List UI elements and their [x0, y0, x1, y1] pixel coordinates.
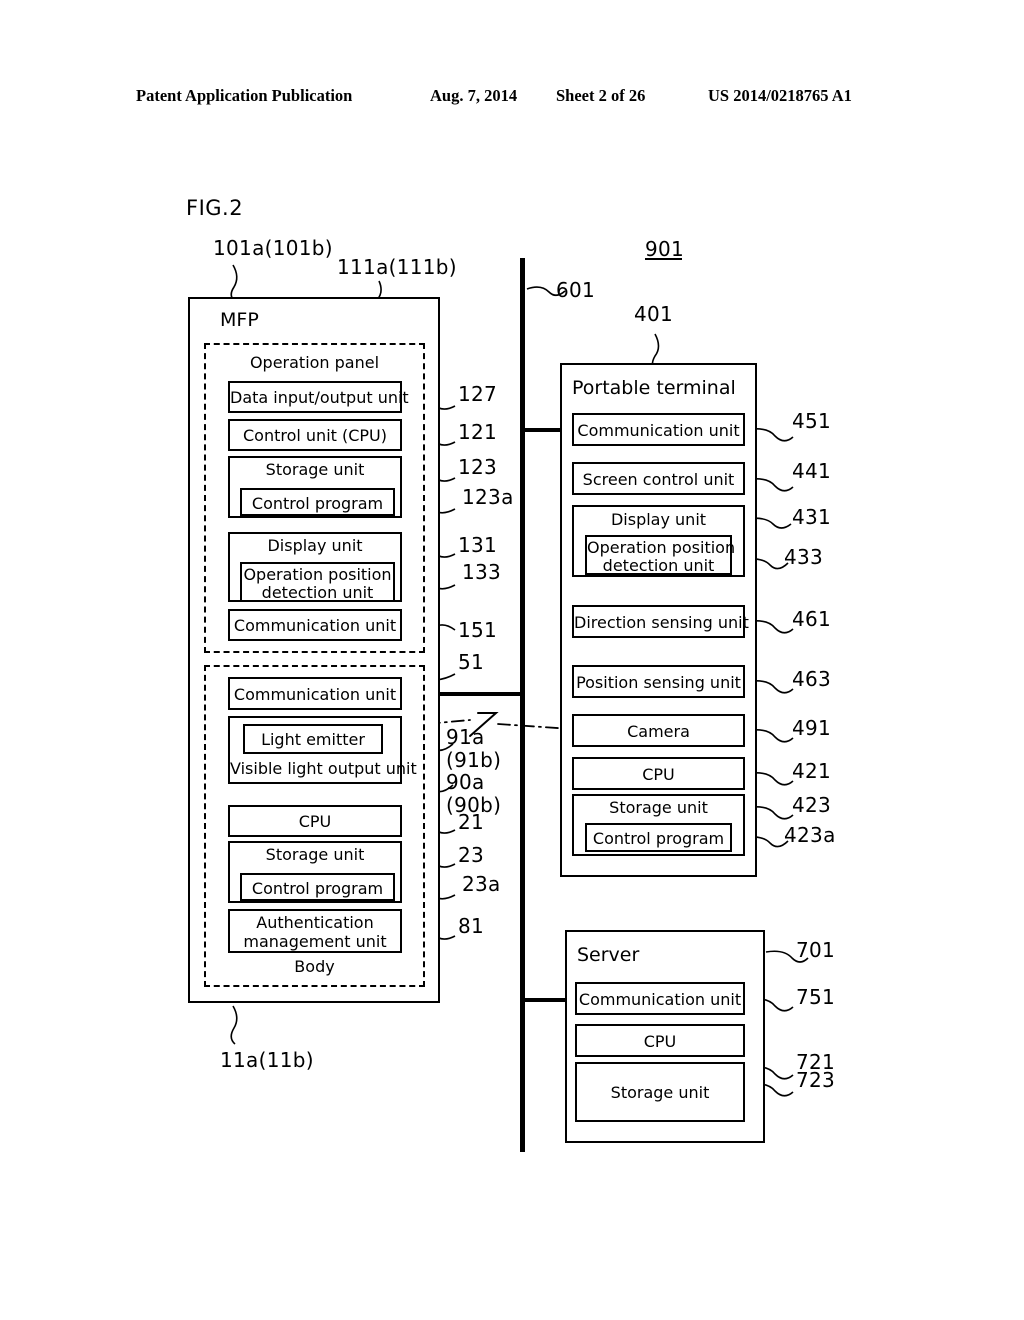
- ref-751: 751: [796, 985, 836, 1009]
- ref-401: 401: [634, 302, 674, 326]
- mfp-body-cpu-label: CPU: [298, 812, 332, 831]
- mfp-control-unit-label: Control unit (CPU): [242, 426, 388, 445]
- ref-423a: 423a: [784, 823, 836, 847]
- terminal-screen-control-label: Screen control unit: [582, 470, 735, 489]
- server-title: Server: [577, 944, 640, 966]
- terminal-position-sensing-unit: Position sensing unit: [572, 665, 745, 698]
- ref-111a: 111a(111b): [337, 255, 457, 279]
- header-sheet: Sheet 2 of 26: [556, 86, 646, 105]
- server-cpu: CPU: [575, 1024, 745, 1057]
- ref-11a: 11a(11b): [220, 1048, 314, 1072]
- ref-51: 51: [458, 650, 485, 674]
- mfp-data-io-label: Data input/output unit: [230, 388, 409, 407]
- mfp-body-cpu: CPU: [228, 805, 402, 837]
- header-date: Aug. 7, 2014: [430, 86, 518, 105]
- ref-451: 451: [792, 409, 832, 433]
- ref-21: 21: [458, 810, 485, 834]
- mfp-op-pos-line1: Operation position: [243, 565, 392, 584]
- page-header: Patent Application Publication Aug. 7, 2…: [0, 86, 1024, 110]
- mfp-panel-control-program-label: Control program: [251, 494, 384, 513]
- ref-701: 701: [796, 938, 836, 962]
- header-document-number: US 2014/0218765 A1: [708, 86, 852, 105]
- figure-label: FIG.2: [186, 196, 244, 220]
- mfp-data-io-unit: Data input/output unit: [228, 381, 409, 413]
- terminal-op-pos-line2: detection unit: [602, 556, 715, 575]
- terminal-cpu: CPU: [572, 757, 745, 790]
- ref-463: 463: [792, 667, 832, 691]
- mfp-body-title: Body: [294, 957, 335, 976]
- ref-91b: (91b): [446, 748, 502, 772]
- mfp-body-control-program: Control program: [240, 873, 395, 901]
- server-cpu-label: CPU: [643, 1032, 677, 1051]
- mfp-control-unit: Control unit (CPU): [228, 419, 402, 451]
- terminal-control-program-label: Control program: [592, 829, 725, 848]
- mfp-body-comm-label: Communication unit: [233, 685, 397, 704]
- ref-151: 151: [458, 618, 498, 642]
- ref-433: 433: [784, 545, 824, 569]
- terminal-cpu-label: CPU: [642, 765, 675, 784]
- terminal-direction-sensing-unit: Direction sensing unit: [572, 605, 749, 638]
- terminal-position-sensing-label: Position sensing unit: [576, 673, 741, 692]
- server-storage-label: Storage unit: [610, 1083, 710, 1102]
- terminal-direction-sensing-label: Direction sensing unit: [574, 613, 749, 632]
- ref-90a: 90a: [446, 770, 485, 794]
- mfp-op-position-detection-unit: Operation position detection unit: [240, 562, 395, 602]
- ref-23a: 23a: [462, 872, 501, 896]
- terminal-camera-label: Camera: [627, 722, 690, 741]
- terminal-op-position-detection-unit: Operation position detection unit: [585, 535, 736, 575]
- ref-81: 81: [458, 914, 485, 938]
- network-bus-line: [520, 258, 525, 1152]
- operation-panel-title: Operation panel: [249, 353, 380, 372]
- terminal-display-label: Display unit: [610, 510, 707, 529]
- terminal-screen-control-unit: Screen control unit: [572, 462, 745, 495]
- ref-127: 127: [458, 382, 498, 406]
- ref-123: 123: [458, 455, 498, 479]
- portable-terminal-title: Portable terminal: [572, 377, 736, 399]
- mfp-op-pos-line2: detection unit: [261, 583, 374, 602]
- terminal-communication-unit: Communication unit: [572, 413, 745, 446]
- mfp-authentication-management-unit: Authentication management unit: [228, 909, 402, 953]
- terminal-op-pos-line1: Operation position: [587, 538, 736, 557]
- ref-423: 423: [792, 793, 832, 817]
- terminal-control-program: Control program: [585, 823, 732, 852]
- mfp-panel-control-program: Control program: [240, 488, 395, 516]
- ref-901: 901: [645, 237, 685, 261]
- ref-133: 133: [462, 560, 502, 584]
- mfp-panel-communication-unit: Communication unit: [228, 609, 402, 641]
- mfp-visible-light-label: Visible light output unit: [230, 759, 417, 778]
- mfp-body-communication-unit: Communication unit: [228, 677, 402, 710]
- mfp-panel-comm-label: Communication unit: [233, 616, 397, 635]
- ref-101a: 101a(101b): [213, 236, 333, 260]
- header-publication: Patent Application Publication: [136, 86, 353, 105]
- server-communication-unit: Communication unit: [575, 982, 745, 1015]
- server-storage-unit: Storage unit: [575, 1062, 745, 1122]
- mfp-panel-storage-label: Storage unit: [265, 460, 365, 479]
- ref-723: 723: [796, 1068, 836, 1092]
- ref-421: 421: [792, 759, 832, 783]
- mfp-body-control-program-label: Control program: [251, 879, 384, 898]
- ref-123a: 123a: [462, 485, 514, 509]
- ref-131: 131: [458, 533, 498, 557]
- mfp-light-emitter-label: Light emitter: [261, 730, 365, 749]
- server-comm-label: Communication unit: [578, 990, 742, 1009]
- ref-441: 441: [792, 459, 832, 483]
- mfp-body-storage-label: Storage unit: [265, 845, 365, 864]
- terminal-storage-label: Storage unit: [609, 798, 708, 817]
- diagram-leader-lines: [230, 258, 809, 1097]
- ref-431: 431: [792, 505, 832, 529]
- terminal-comm-label: Communication unit: [577, 421, 740, 440]
- ref-91a: 91a: [446, 725, 485, 749]
- mfp-auth-line2: management unit: [243, 932, 387, 951]
- mfp-title: MFP: [220, 309, 259, 331]
- ref-121: 121: [458, 420, 498, 444]
- mfp-light-emitter: Light emitter: [243, 724, 383, 754]
- ref-491: 491: [792, 716, 832, 740]
- ref-601: 601: [556, 278, 596, 302]
- ref-461: 461: [792, 607, 832, 631]
- terminal-camera: Camera: [572, 714, 745, 747]
- mfp-display-unit-label: Display unit: [267, 536, 363, 555]
- ref-23: 23: [458, 843, 485, 867]
- mfp-auth-line1: Authentication: [256, 913, 374, 932]
